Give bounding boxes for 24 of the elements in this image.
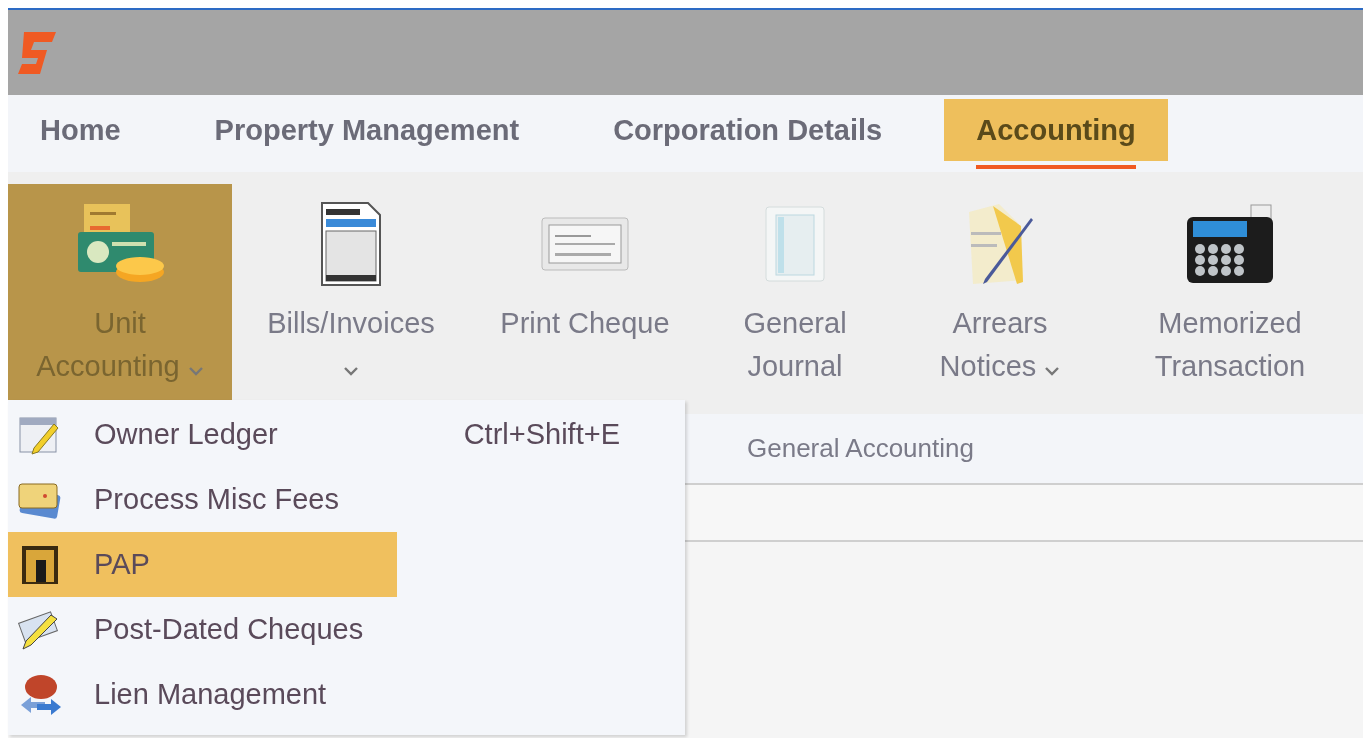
calculator-icon — [1185, 203, 1275, 285]
cheque-icon — [541, 217, 629, 271]
chevron-down-icon — [187, 366, 204, 376]
ribbon-button[interactable]: Arrears Notices — [890, 184, 1110, 400]
menu-tab[interactable]: Home — [8, 98, 153, 169]
journal-icon — [764, 205, 826, 283]
menu-tab[interactable]: Corporation Details — [581, 98, 915, 169]
chevron-down-icon — [1044, 366, 1061, 376]
group-label: General Accounting — [747, 433, 974, 464]
door-icon — [20, 543, 60, 586]
menu-item[interactable]: Process Misc Fees — [8, 467, 668, 532]
ribbon-button[interactable]: General Journal — [700, 184, 890, 400]
ribbon-button[interactable]: Memorized Transaction — [1110, 184, 1350, 400]
ribbon-button[interactable]: Bills/Invoices — [232, 184, 470, 400]
menu-item[interactable]: PAP — [8, 532, 397, 597]
ribbon-button[interactable]: Print Cheque — [470, 184, 700, 400]
menu-item[interactable]: Owner Ledger Ctrl+Shift+E — [8, 402, 668, 467]
menu-item[interactable]: Lien Management — [8, 662, 668, 727]
logo-icon — [16, 29, 58, 76]
menu-tab[interactable]: Property Management — [182, 98, 552, 169]
menu-tab[interactable]: Accounting — [944, 98, 1168, 169]
menu-item[interactable]: Post-Dated Cheques — [8, 597, 668, 662]
invoice-icon — [320, 201, 382, 287]
chevron-down-icon — [343, 366, 359, 376]
